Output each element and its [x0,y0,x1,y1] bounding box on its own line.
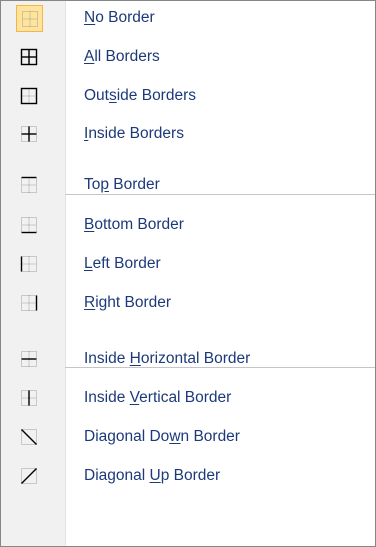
menu-item-label: Top Border [84,176,160,193]
menu-item-diagonal-up-border[interactable]: Diagonal Up Border [1,459,375,493]
menu-item-label: Left Border [84,255,161,272]
menu-item-inside-horizontal-border[interactable]: Inside Horizontal Border [1,342,375,376]
menu-item-label: Bottom Border [84,216,184,233]
inside-borders-icon [19,124,39,144]
menu-item-right-border[interactable]: Right Border [1,286,375,320]
menu-item-all-borders[interactable]: All Borders [1,40,375,74]
menu-item-left-border[interactable]: Left Border [1,247,375,281]
menu-item-label: Inside Horizontal Border [84,350,251,367]
menu-item-label: Right Border [84,294,172,311]
inside-horizontal-border-icon [19,349,39,369]
all-borders-icon [19,47,39,67]
menu-item-no-border[interactable]: No Border [1,1,375,35]
menu-item-outside-borders[interactable]: Outside Borders [1,79,375,113]
menu-item-label: No Border [84,9,155,26]
outside-borders-icon [19,86,39,106]
menu-item-diagonal-down-border[interactable]: Diagonal Down Border [1,420,375,454]
right-border-icon [19,293,39,313]
menu-item-label: Inside Borders [84,125,184,142]
menu-item-bottom-border[interactable]: Bottom Border [1,208,375,242]
bottom-border-icon [19,215,39,235]
menu-item-label: Diagonal Up Border [84,467,221,484]
diagonal-down-border-icon [19,427,39,447]
borders-menu: No Border All Borders Outside Borders In… [0,0,376,547]
inside-vertical-border-icon [19,388,39,408]
menu-item-top-border[interactable]: Top Border [1,168,375,202]
menu-item-label: Outside Borders [84,87,196,104]
top-border-icon [19,175,39,195]
menu-item-inside-vertical-border[interactable]: Inside Vertical Border [1,381,375,415]
diagonal-up-border-icon [19,466,39,486]
menu-item-inside-borders[interactable]: Inside Borders [1,117,375,151]
left-border-icon [19,254,39,274]
menu-item-label: Inside Vertical Border [84,389,232,406]
menu-item-label: All Borders [84,48,160,65]
menu-item-label: Diagonal Down Border [84,428,240,445]
no-border-icon [16,5,43,32]
